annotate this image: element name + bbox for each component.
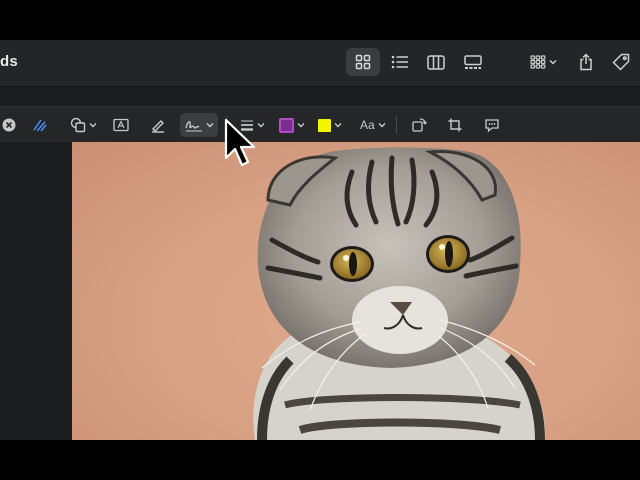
view-grid-button[interactable] (346, 48, 380, 76)
fill-color-button[interactable] (318, 113, 342, 137)
grid-icon (355, 54, 371, 70)
columns-icon (427, 54, 445, 70)
tags-button[interactable] (608, 48, 634, 76)
share-icon (580, 53, 592, 71)
chevron-down-icon (206, 123, 213, 128)
highlight-tool-button[interactable] (150, 113, 166, 137)
fill-color-swatch (318, 118, 331, 132)
border-color-button[interactable] (279, 113, 305, 137)
border-color-swatch (279, 117, 294, 133)
group-menu-button[interactable] (526, 48, 560, 76)
close-circle-icon (2, 118, 16, 132)
tag-icon (612, 53, 630, 71)
image-canvas[interactable] (72, 142, 640, 440)
letterbox-top (0, 0, 640, 40)
markup-toolbar: Aa (0, 106, 640, 144)
close-markup-button[interactable] (2, 113, 16, 137)
chevron-down-icon (378, 123, 386, 128)
group-grid-icon (529, 55, 545, 69)
text-box-icon (113, 118, 129, 132)
view-gallery-button[interactable] (459, 48, 487, 76)
shapes-icon (70, 117, 86, 133)
text-style-button[interactable]: Aa (360, 113, 386, 137)
crop-icon (448, 118, 462, 132)
cat-photo (253, 147, 546, 440)
rotate-icon (412, 118, 427, 132)
crop-button[interactable] (448, 113, 462, 137)
window-toolbar: ds (0, 40, 640, 87)
highlighter-icon (152, 120, 164, 133)
chevron-down-icon (334, 123, 342, 128)
window-title: ds (0, 53, 18, 70)
text-style-label: Aa (360, 118, 375, 132)
share-button[interactable] (574, 48, 598, 76)
annotate-button[interactable] (484, 113, 500, 137)
mouse-pointer (224, 118, 256, 167)
signature-icon (184, 121, 202, 132)
tab-strip (0, 87, 640, 106)
chevron-down-icon (89, 123, 97, 128)
letterbox-bottom (0, 440, 640, 480)
sketch-icon (33, 119, 47, 132)
gallery-icon (464, 54, 482, 69)
shapes-tool-button[interactable] (70, 113, 97, 137)
sidebar (0, 142, 72, 440)
toolbar-divider (396, 116, 397, 134)
chevron-down-icon (297, 123, 305, 128)
preview-window: ds Aa (0, 40, 640, 440)
view-columns-button[interactable] (422, 48, 450, 76)
view-list-button[interactable] (386, 48, 414, 76)
chevron-down-icon (257, 123, 265, 128)
signature-tool-button[interactable] (180, 113, 218, 137)
text-tool-button[interactable] (113, 113, 129, 137)
list-icon (391, 55, 408, 69)
comment-icon (485, 118, 499, 132)
sketch-tool-button[interactable] (32, 113, 48, 137)
rotate-button[interactable] (411, 113, 427, 137)
chevron-down-icon (549, 60, 556, 65)
